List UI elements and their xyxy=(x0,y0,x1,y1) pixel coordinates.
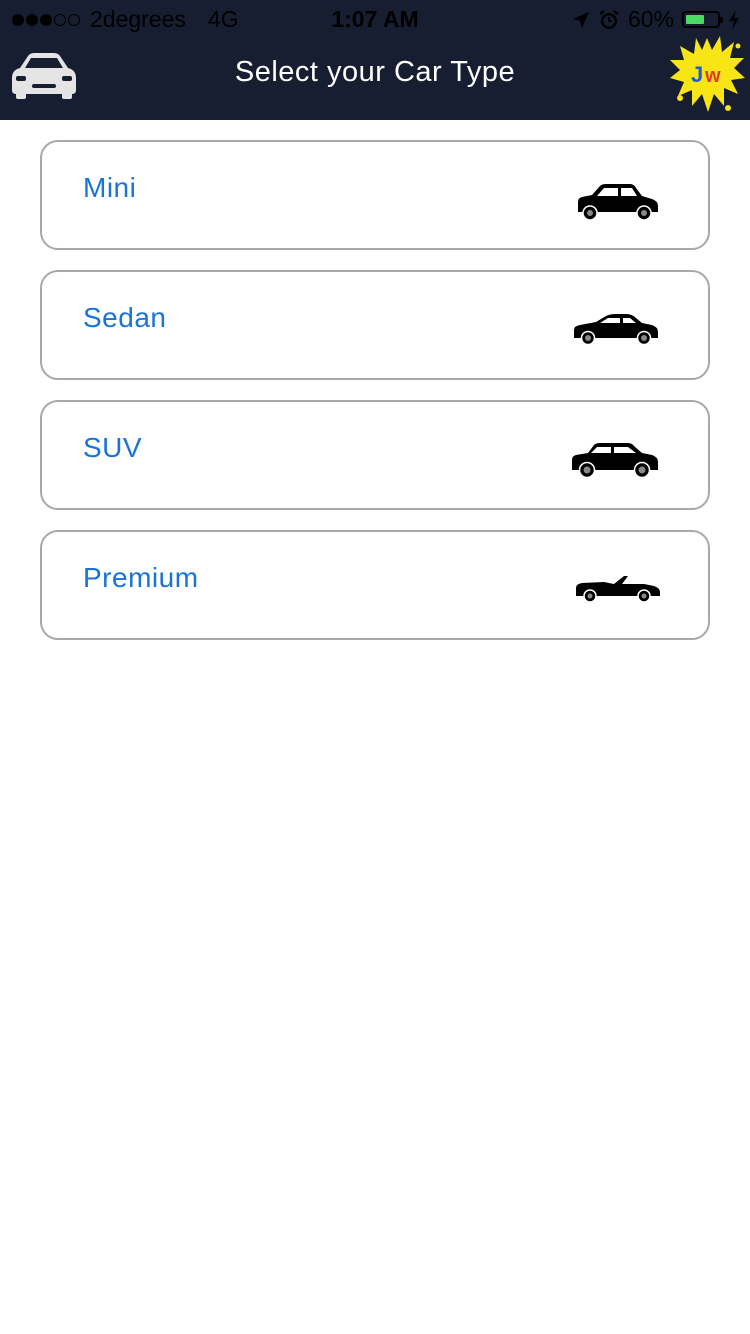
charging-bolt-icon xyxy=(729,9,739,30)
status-bar: 2degrees 4G 1:07 AM 60% xyxy=(0,0,750,40)
car-type-mini[interactable]: Mini xyxy=(40,140,710,250)
car-type-sedan[interactable]: Sedan xyxy=(40,270,710,380)
location-arrow-icon xyxy=(572,11,589,28)
svg-text:w: w xyxy=(704,65,721,87)
car-type-list: Mini Sedan SUV Premium xyxy=(40,140,710,660)
sedan-icon xyxy=(574,314,658,346)
convertible-icon xyxy=(576,576,660,603)
battery-percent: 60% xyxy=(627,6,674,32)
car-type-label: Premium xyxy=(83,562,199,593)
car-type-suv[interactable]: SUV xyxy=(40,400,710,510)
suv-icon xyxy=(572,443,658,479)
page-title: Select your Car Type xyxy=(234,56,516,88)
alarm-icon xyxy=(599,9,619,29)
header: 2degrees 4G 1:07 AM 60% Select your Car … xyxy=(0,0,750,120)
battery-icon xyxy=(682,11,723,28)
car-type-premium[interactable]: Premium xyxy=(40,530,710,640)
hatchback-icon xyxy=(578,184,658,221)
car-type-label: Mini xyxy=(83,172,137,203)
app-logo: J w xyxy=(668,32,746,121)
svg-text:J: J xyxy=(691,62,703,87)
status-right: 60% xyxy=(564,6,740,33)
car-type-label: SUV xyxy=(83,432,143,463)
splash-logo-icon: J w xyxy=(670,36,745,112)
car-type-label: Sedan xyxy=(83,302,167,333)
